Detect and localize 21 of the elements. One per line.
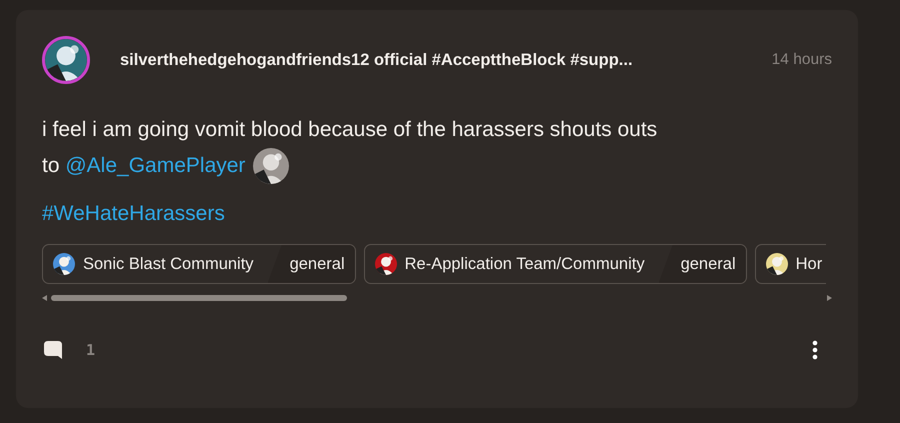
channel-label: general bbox=[268, 245, 355, 283]
community-name: Sonic Blast Community bbox=[83, 254, 255, 274]
author-name[interactable]: silverthehedgehogandfriends12 official #AccepttheBlock #supp... bbox=[120, 50, 633, 70]
community-name: Re-Application Team/Community bbox=[404, 254, 646, 274]
community-chip[interactable]: Re-Application Team/Community general bbox=[364, 244, 747, 284]
scrollbar-thumb[interactable] bbox=[51, 295, 347, 301]
community-chip[interactable]: Sonic Blast Community general bbox=[42, 244, 356, 284]
post-text: to bbox=[42, 153, 61, 179]
comment-icon[interactable] bbox=[42, 339, 64, 361]
community-chip[interactable]: Hor bbox=[754, 244, 826, 284]
mention-link[interactable]: @Ale_GamePlayer bbox=[65, 148, 246, 184]
community-name: Hor bbox=[796, 254, 824, 274]
scroll-right-icon[interactable] bbox=[827, 295, 832, 301]
post-text: i feel i am going vomit blood because of the harassers shouts outs bbox=[42, 117, 658, 143]
scroll-left-icon[interactable] bbox=[42, 295, 47, 301]
post-time: 14 hours bbox=[772, 51, 832, 69]
comment-count: 1 bbox=[86, 341, 96, 359]
channel-label: general bbox=[658, 245, 746, 283]
more-options-icon[interactable] bbox=[812, 340, 818, 360]
user-avatar[interactable] bbox=[42, 36, 90, 84]
hashtag-link[interactable]: #WeHateHarassers bbox=[42, 202, 225, 226]
